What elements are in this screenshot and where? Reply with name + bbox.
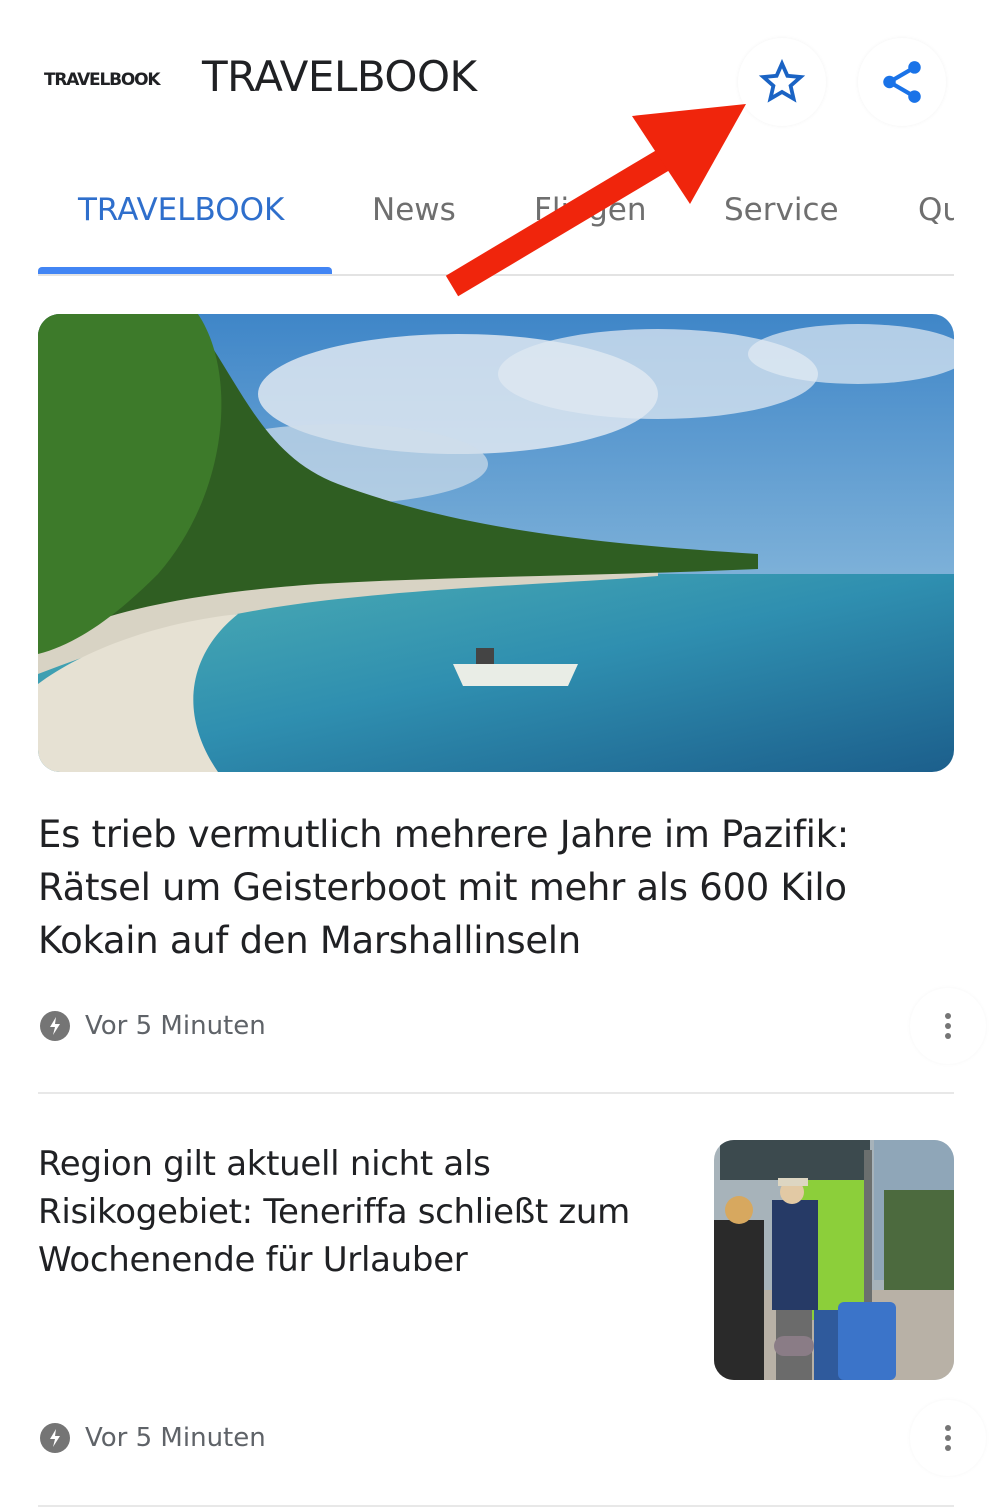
active-tab-indicator: [38, 267, 332, 274]
tab-fliegen[interactable]: Fliegen: [534, 192, 647, 228]
follow-star-button[interactable]: [738, 38, 826, 126]
tab-service[interactable]: Service: [724, 192, 839, 228]
bolt-icon: [40, 1423, 70, 1453]
tab-news[interactable]: News: [372, 192, 456, 228]
article-2-headline[interactable]: Region gilt aktuell nicht als Risikogebi…: [38, 1140, 688, 1284]
tab-more[interactable]: Qu: [918, 192, 954, 228]
publisher-title: TRAVELBOOK: [202, 52, 477, 101]
article-divider: [38, 1092, 954, 1094]
article-1-headline[interactable]: Es trieb vermutlich mehrere Jahre im Paz…: [38, 808, 948, 967]
app-header: TRAVELBOOK TRAVELBOOK: [0, 0, 992, 160]
article-2-meta: Vor 5 Minuten: [40, 1420, 266, 1456]
more-vert-icon: [945, 1013, 951, 1039]
more-vert-icon: [945, 1425, 951, 1451]
share-button[interactable]: [858, 38, 946, 126]
travelers-luggage-ticket-booth-image: [714, 1140, 954, 1380]
article-1-image[interactable]: [38, 314, 954, 772]
article-2-more-button[interactable]: [910, 1400, 986, 1476]
section-tabs: TRAVELBOOK News Fliegen Service Qu: [38, 170, 954, 276]
article-divider: [38, 1505, 954, 1507]
article-1-time: Vor 5 Minuten: [85, 1011, 266, 1041]
article-1-more-button[interactable]: [910, 988, 986, 1064]
beach-island-boat-image: [38, 314, 954, 772]
publisher-logo: TRAVELBOOK: [44, 70, 161, 90]
tab-travelbook[interactable]: TRAVELBOOK: [78, 192, 284, 228]
share-icon: [883, 61, 921, 103]
star-outline-icon: [758, 58, 806, 103]
article-1-meta: Vor 5 Minuten: [40, 1008, 266, 1044]
bolt-icon: [40, 1011, 70, 1041]
article-2-image[interactable]: [714, 1140, 954, 1380]
article-2-time: Vor 5 Minuten: [85, 1423, 266, 1453]
